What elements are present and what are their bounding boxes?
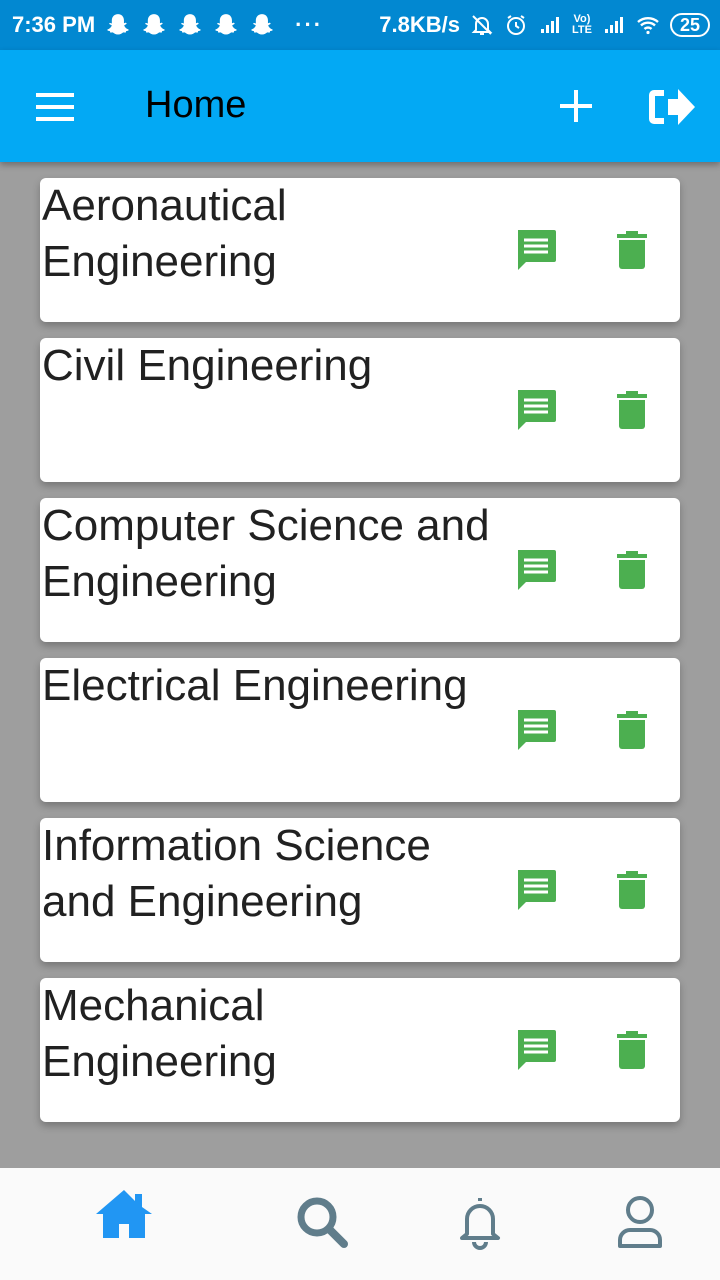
network-speed: 7.8KB/s (379, 12, 460, 37)
list-item[interactable]: Electrical Engineering (40, 658, 680, 802)
trash-icon[interactable] (616, 870, 648, 910)
snapchat-icon (143, 14, 165, 35)
signal-icon (604, 17, 623, 33)
lte-label: LTE (572, 24, 592, 36)
battery-icon: 25 (669, 13, 710, 37)
bell-icon[interactable] (450, 1192, 510, 1252)
logout-icon[interactable] (646, 86, 696, 128)
branch-name: Information Science and Engineering (42, 821, 431, 926)
list-item[interactable]: Civil Engineering (40, 338, 680, 482)
wifi-icon (637, 17, 659, 35)
list-item[interactable]: Information Science and Engineering (40, 818, 680, 962)
branch-name: Computer Science and Engineering (42, 501, 490, 606)
menu-icon[interactable] (36, 93, 76, 121)
chat-icon[interactable] (514, 1028, 558, 1072)
list-item[interactable]: Computer Science and Engineering (40, 498, 680, 642)
status-bar: 7:36 PM ··· 7.8KB/s Vo) LTE 25 (0, 0, 720, 50)
snapchat-icon (107, 14, 129, 35)
profile-icon[interactable] (610, 1192, 670, 1252)
snapchat-icon (251, 14, 273, 35)
app-bar: Home (0, 50, 720, 162)
branch-name: Electrical Engineering (42, 661, 468, 710)
status-time: 7:36 PM (12, 12, 96, 37)
bottom-nav (0, 1168, 720, 1280)
chat-icon[interactable] (514, 388, 558, 432)
branch-name: Mechanical Engineering (42, 981, 277, 1086)
trash-icon[interactable] (616, 230, 648, 270)
chat-icon[interactable] (514, 548, 558, 592)
snapchat-icon (215, 14, 237, 35)
list-item[interactable]: Mechanical Engineering (40, 978, 680, 1122)
volte-indicator: Vo) LTE (572, 14, 592, 36)
chat-icon[interactable] (514, 868, 558, 912)
search-icon[interactable] (292, 1192, 352, 1252)
more-notifications-indicator: ··· (295, 12, 324, 37)
trash-icon[interactable] (616, 1030, 648, 1070)
list-item[interactable]: Aeronautical Engineering (40, 178, 680, 322)
snapchat-icon (179, 14, 201, 35)
chat-icon[interactable] (514, 708, 558, 752)
trash-icon[interactable] (616, 550, 648, 590)
branch-list: Aeronautical Engineering Civil Engineeri… (40, 178, 680, 1138)
chat-icon[interactable] (514, 228, 558, 272)
trash-icon[interactable] (616, 710, 648, 750)
mute-icon (471, 15, 493, 35)
alarm-icon (507, 15, 525, 35)
page-title: Home (145, 84, 247, 126)
branch-name: Aeronautical Engineering (42, 181, 287, 286)
add-icon[interactable] (556, 86, 596, 126)
trash-icon[interactable] (616, 390, 648, 430)
branch-name: Civil Engineering (42, 341, 373, 390)
signal-icon (541, 17, 559, 33)
home-icon[interactable] (94, 1186, 154, 1246)
